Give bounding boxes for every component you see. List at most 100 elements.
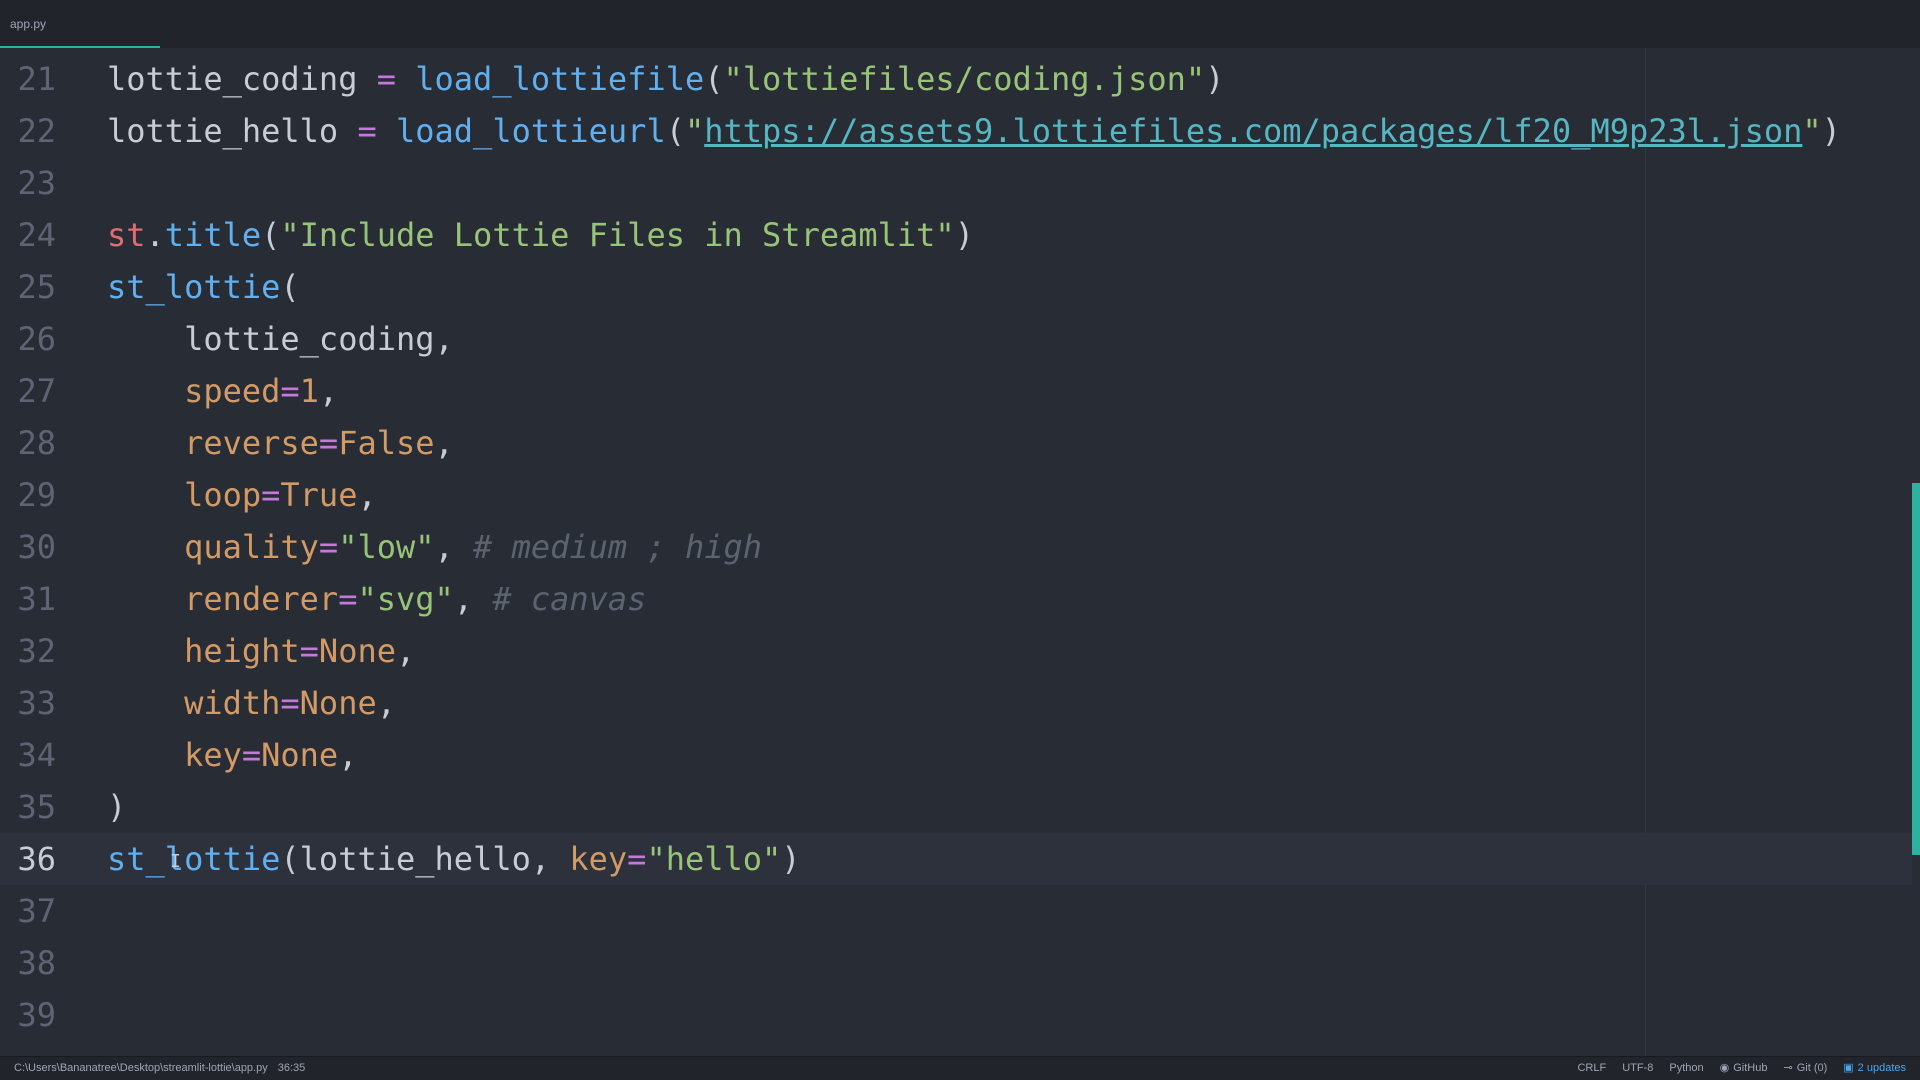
- code-token: ): [107, 788, 127, 826]
- code-token: quality: [184, 528, 319, 566]
- code-line[interactable]: 35): [0, 781, 1912, 833]
- status-github[interactable]: ◉ GitHub: [1720, 1057, 1768, 1080]
- code-line[interactable]: 31 renderer="svg", # canvas: [0, 573, 1912, 625]
- code-token: 1: [299, 372, 319, 410]
- line-number[interactable]: 26: [0, 313, 56, 365]
- line-number[interactable]: 21: [0, 53, 56, 105]
- code-line[interactable]: 37: [0, 885, 1912, 937]
- code-text: lottie_hello = load_lottieurl("https://a…: [107, 105, 1841, 157]
- code-token: # canvas: [492, 580, 647, 618]
- code-text: speed=1,: [107, 365, 338, 417]
- code-line[interactable]: 39: [0, 989, 1912, 1041]
- code-line[interactable]: 22 lottie_hello = load_lottieurl("https:/…: [0, 105, 1912, 157]
- status-bar: C:\Users\Bananatree\Desktop\streamlit-lo…: [0, 1056, 1920, 1080]
- code-token: =: [280, 372, 300, 410]
- code-token: ": [1802, 112, 1822, 150]
- code-line[interactable]: 26 lottie_coding,: [0, 313, 1912, 365]
- line-number[interactable]: 22: [0, 105, 56, 157]
- code-line[interactable]: 36 st_lottie(lottie_hello, key="hello"): [0, 833, 1912, 885]
- url-link[interactable]: https://assets9.lottiefiles.com/packages…: [704, 112, 1802, 150]
- code-token: ): [781, 840, 801, 878]
- status-encoding[interactable]: UTF-8: [1622, 1057, 1653, 1080]
- code-text: lottie_coding = load_lottiefile("lottief…: [107, 53, 1224, 105]
- code-token: (: [704, 60, 724, 98]
- status-git[interactable]: ⊸ Git (0): [1783, 1057, 1827, 1080]
- code-token: (: [665, 112, 685, 150]
- line-number[interactable]: 35: [0, 781, 56, 833]
- code-token: width: [184, 684, 281, 722]
- status-grammar[interactable]: Python: [1669, 1057, 1703, 1080]
- line-number[interactable]: 34: [0, 729, 56, 781]
- line-number[interactable]: 36: [0, 833, 56, 885]
- code-token: "hello": [646, 840, 782, 878]
- code-token: st_lottie: [107, 268, 281, 306]
- code-token: .: [145, 216, 165, 254]
- code-token: (: [280, 268, 300, 306]
- code-text: quality="low", # medium ; high: [107, 521, 762, 573]
- code-token: lottie_hello: [107, 112, 358, 150]
- code-line[interactable]: 24 st.title("Include Lottie Files in Stre…: [0, 209, 1912, 261]
- code-token: "lottiefiles/coding.json": [723, 60, 1206, 98]
- line-number[interactable]: 27: [0, 365, 56, 417]
- scrollbar-thumb[interactable]: [1912, 483, 1920, 855]
- code-token: reverse: [184, 424, 319, 462]
- code-text: width=None,: [107, 677, 396, 729]
- code-line[interactable]: 38: [0, 937, 1912, 989]
- code-line[interactable]: 34 key=None,: [0, 729, 1912, 781]
- git-branch-icon: ⊸: [1783, 1062, 1793, 1074]
- line-number[interactable]: 24: [0, 209, 56, 261]
- code-line[interactable]: 28 reverse=False,: [0, 417, 1912, 469]
- code-token: =: [299, 632, 319, 670]
- line-number[interactable]: 23: [0, 157, 56, 209]
- line-number[interactable]: 28: [0, 417, 56, 469]
- line-number[interactable]: 25: [0, 261, 56, 313]
- code-line[interactable]: 27 speed=1,: [0, 365, 1912, 417]
- status-cursor-position[interactable]: 36:35: [278, 1057, 306, 1080]
- code-token: =: [376, 60, 396, 98]
- code-token: ,: [434, 424, 454, 462]
- line-number[interactable]: 38: [0, 937, 56, 989]
- line-number[interactable]: 32: [0, 625, 56, 677]
- code-line[interactable]: 30 quality="low", # medium ; high: [0, 521, 1912, 573]
- code-token: ": [684, 112, 705, 150]
- code-token: =: [241, 736, 262, 774]
- code-token: =: [338, 580, 358, 618]
- github-icon: ◉: [1719, 1062, 1730, 1074]
- code-line[interactable]: 21 lottie_coding = load_lottiefile("lotti…: [0, 53, 1912, 105]
- code-text: loop=True,: [107, 469, 377, 521]
- status-line-ending[interactable]: CRLF: [1577, 1057, 1606, 1080]
- line-number[interactable]: 29: [0, 469, 56, 521]
- package-icon: ▣: [1843, 1062, 1854, 1074]
- code-token: ): [1205, 60, 1225, 98]
- tab-app-py[interactable]: app.py: [0, 0, 160, 48]
- code-token: ,: [357, 476, 377, 514]
- status-updates[interactable]: ▣ 2 updates: [1843, 1057, 1906, 1080]
- code-line[interactable]: 32 height=None,: [0, 625, 1912, 677]
- status-file-path[interactable]: C:\Users\Bananatree\Desktop\streamlit-lo…: [14, 1057, 268, 1080]
- code-token: =: [318, 424, 339, 462]
- code-token: key: [184, 736, 242, 774]
- code-line[interactable]: 33 width=None,: [0, 677, 1912, 729]
- code-token: load_lottieurl: [395, 112, 666, 150]
- code-token: "svg": [357, 580, 454, 618]
- code-line[interactable]: 23: [0, 157, 1912, 209]
- code-editor[interactable]: 21 lottie_coding = load_lottiefile("lotti…: [0, 48, 1920, 1056]
- line-number[interactable]: 37: [0, 885, 56, 937]
- line-number[interactable]: 33: [0, 677, 56, 729]
- code-token: (lottie_hello,: [280, 840, 570, 878]
- line-number[interactable]: 39: [0, 989, 56, 1041]
- code-line[interactable]: 29 loop=True,: [0, 469, 1912, 521]
- code-line[interactable]: 25 st_lottie(: [0, 261, 1912, 313]
- code-text: height=None,: [107, 625, 415, 677]
- code-token: title: [164, 216, 262, 254]
- code-text: st_lottie(: [107, 261, 300, 313]
- line-number[interactable]: 31: [0, 573, 56, 625]
- code-token: lottie_coding: [107, 60, 377, 98]
- line-number[interactable]: 30: [0, 521, 56, 573]
- code-token: None: [318, 632, 396, 670]
- code-token: ,: [376, 684, 396, 722]
